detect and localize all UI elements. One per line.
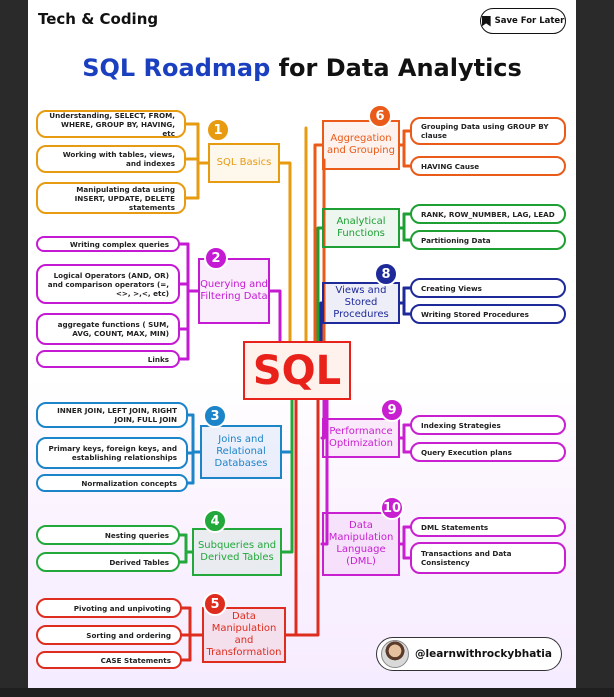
topic-views-and-stored-procedures-node: Views and Stored Procedures — [322, 282, 400, 324]
topic-item: Indexing Strategies — [410, 415, 566, 435]
author-handle-text: @learnwithrockybhatia — [415, 648, 552, 660]
author-handle[interactable]: @learnwithrockybhatia — [376, 637, 562, 671]
step-number-badge: 6 — [368, 104, 392, 128]
topic-item: Manipulating data using INSERT, UPDATE, … — [36, 182, 186, 214]
topic-item: Primary keys, foreign keys, and establis… — [36, 437, 188, 469]
topic-subqueries-and-derived-tables-node: Subqueries and Derived Tables — [192, 528, 282, 576]
topic-item: Logical Operators (AND, OR) and comparis… — [36, 264, 180, 304]
step-number-badge: 10 — [380, 496, 404, 520]
topic-item: RANK, ROW_NUMBER, LAG, LEAD — [410, 204, 566, 224]
step-number-badge: 4 — [203, 509, 227, 533]
topic-item: Query Execution plans — [410, 442, 566, 462]
connector-line — [280, 398, 294, 554]
step-number-badge: 3 — [203, 404, 227, 428]
topic-item: Pivoting and unpivoting — [36, 598, 182, 618]
topic-item: Nesting queries — [36, 525, 180, 545]
topic-aggregation-and-grouping-node: Aggregation and Grouping — [322, 120, 400, 170]
topic-item: Working with tables, views, and indexes — [36, 145, 186, 173]
avatar — [381, 640, 409, 668]
topic-joins-and-relational-databases-node: Joins and Relational Databases — [200, 425, 282, 479]
topic-item: DML Statements — [410, 517, 566, 537]
topic-item: Normalization concepts — [36, 474, 188, 492]
step-number-badge: 5 — [203, 592, 227, 616]
topic-analytical-functions-node: Analytical Functions — [322, 208, 400, 248]
sql-center-node: SQL — [243, 341, 351, 400]
topic-item: Links — [36, 350, 180, 368]
step-number-badge: 9 — [380, 398, 404, 422]
topic-performance-optimization-node: Performance Optimization — [322, 418, 400, 458]
step-number-badge: 2 — [204, 246, 228, 270]
topic-item: Transactions and Data Consistency — [410, 542, 566, 574]
topic-item: Writing complex queries — [36, 236, 180, 252]
topic-item: Sorting and ordering — [36, 625, 182, 645]
topic-item: Writing Stored Procedures — [410, 304, 566, 324]
bottom-bar — [0, 688, 614, 697]
step-number-badge: 1 — [206, 118, 230, 142]
topic-item: CASE Statements — [36, 651, 182, 669]
topic-sql-basics-node: SQL Basics — [208, 143, 280, 183]
topic-item: Grouping Data using GROUP BY clause — [410, 117, 566, 145]
topic-item: Derived Tables — [36, 552, 180, 572]
topic-item: Understanding, SELECT, FROM, WHERE, GROU… — [36, 110, 186, 138]
roadmap-card: Tech & Coding Save For Later SQL Roadmap… — [28, 0, 576, 688]
connector-line — [268, 289, 282, 343]
topic-item: Creating Views — [410, 278, 566, 298]
topic-item: INNER JOIN, LEFT JOIN, RIGHT JOIN, FULL … — [36, 402, 188, 428]
topic-item: aggregate functions ( SUM, AVG, COUNT, M… — [36, 313, 180, 345]
topic-data-manipulation-language-dml-node: Data Manipulation Language (DML) — [322, 512, 400, 576]
topic-item: Partitioning Data — [410, 230, 566, 250]
topic-item: HAVING Cause — [410, 156, 566, 176]
step-number-badge: 8 — [374, 262, 398, 286]
